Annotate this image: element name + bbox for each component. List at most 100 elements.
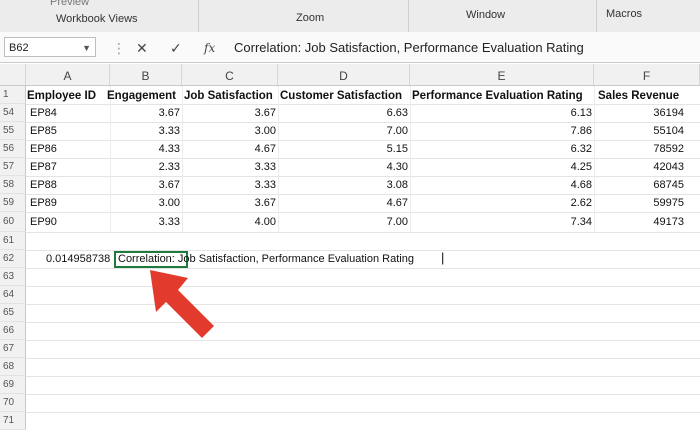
column-header-d[interactable]: D (278, 64, 410, 86)
table-cell[interactable]: 2.62 (410, 197, 592, 209)
name-box[interactable]: B62 ▼ (4, 37, 96, 57)
arrow-annotation-icon (150, 270, 214, 338)
row-header[interactable]: 61 (0, 232, 26, 250)
table-cell[interactable]: EP84 (30, 107, 57, 119)
gridline (26, 304, 700, 305)
table-cell[interactable]: 59975 (594, 197, 684, 209)
table-cell[interactable]: 3.67 (110, 179, 180, 191)
table-cell[interactable]: 6.63 (278, 107, 408, 119)
table-cell[interactable]: 6.32 (410, 143, 592, 155)
header-cell[interactable]: Job Satisfaction (184, 90, 273, 102)
column-header-e[interactable]: E (410, 64, 594, 86)
table-cell[interactable]: 7.00 (278, 216, 408, 228)
table-cell[interactable]: 4.30 (278, 161, 408, 173)
row-header[interactable]: 67 (0, 340, 26, 358)
table-cell[interactable]: 3.33 (110, 125, 180, 137)
row-header[interactable]: 60 (0, 212, 26, 232)
row-header[interactable]: 71 (0, 412, 26, 430)
row-header[interactable]: 69 (0, 376, 26, 394)
table-cell[interactable]: 4.33 (110, 143, 180, 155)
row-header[interactable]: 57 (0, 158, 26, 176)
table-cell[interactable]: 4.67 (278, 197, 408, 209)
table-cell[interactable]: 42043 (594, 161, 684, 173)
row-header[interactable]: 62 (0, 250, 26, 268)
table-cell[interactable]: 3.33 (182, 161, 276, 173)
gridline (26, 358, 700, 359)
row-header[interactable]: 64 (0, 286, 26, 304)
table-cell[interactable]: 7.34 (410, 216, 592, 228)
row-header[interactable]: 66 (0, 322, 26, 340)
table-cell[interactable]: 5.15 (278, 143, 408, 155)
function-icon[interactable]: fx (204, 41, 215, 55)
column-header-c[interactable]: C (182, 64, 278, 86)
row-header[interactable]: 63 (0, 268, 26, 286)
zoom-label[interactable]: Zoom (296, 12, 324, 24)
table-cell[interactable]: 49173 (594, 216, 684, 228)
table-cell[interactable]: EP86 (30, 143, 57, 155)
table-cell[interactable]: 55104 (594, 125, 684, 137)
header-cell[interactable]: Sales Revenue (598, 90, 679, 102)
gridline (26, 268, 700, 269)
table-cell[interactable]: 3.67 (110, 107, 180, 119)
table-cell[interactable]: 4.00 (182, 216, 276, 228)
row-header[interactable]: 65 (0, 304, 26, 322)
table-cell[interactable]: 3.08 (278, 179, 408, 191)
table-cell[interactable]: 2.33 (110, 161, 180, 173)
macros-label[interactable]: Macros (606, 8, 642, 20)
table-cell[interactable]: 78592 (594, 143, 684, 155)
row-header[interactable]: 56 (0, 140, 26, 158)
table-cell[interactable]: EP89 (30, 197, 57, 209)
row-header[interactable]: 58 (0, 176, 26, 194)
name-box-value: B62 (9, 42, 29, 54)
header-cell[interactable]: Customer Satisfaction (280, 90, 402, 102)
row-header[interactable]: 54 (0, 104, 26, 122)
formula-input[interactable]: Correlation: Job Satisfaction, Performan… (234, 40, 584, 55)
header-cell[interactable]: Performance Evaluation Rating (412, 90, 583, 102)
gridline (26, 340, 700, 341)
column-header-a[interactable]: A (26, 64, 110, 86)
table-cell[interactable]: 68745 (594, 179, 684, 191)
gridline (26, 412, 700, 413)
preview-label[interactable]: Preview (50, 0, 89, 8)
select-all-corner[interactable] (0, 64, 26, 86)
column-header-b[interactable]: B (110, 64, 182, 86)
table-cell[interactable]: 3.33 (182, 179, 276, 191)
table-cell[interactable]: EP90 (30, 216, 57, 228)
table-cell[interactable]: 3.33 (110, 216, 180, 228)
gridline (26, 122, 700, 123)
header-cell[interactable]: Engagement (107, 90, 176, 102)
row-header[interactable]: 1 (0, 86, 26, 104)
row-header[interactable]: 55 (0, 122, 26, 140)
header-cell[interactable]: Employee ID (27, 90, 96, 102)
gridline (26, 232, 700, 233)
table-cell[interactable]: 7.00 (278, 125, 408, 137)
correlation-value-cell[interactable]: 0.014958738 (46, 253, 110, 265)
check-icon[interactable]: ✓ (170, 40, 182, 57)
table-cell[interactable]: EP87 (30, 161, 57, 173)
table-cell[interactable]: 36194 (594, 107, 684, 119)
arrow-shape (150, 270, 214, 338)
table-cell[interactable]: 3.67 (182, 107, 276, 119)
ribbon-divider (408, 0, 409, 32)
table-cell[interactable]: 3.67 (182, 197, 276, 209)
row-header[interactable]: 70 (0, 394, 26, 412)
correlation-label-cell[interactable]: Correlation: Job Satisfaction, Performan… (118, 253, 414, 265)
column-header-f[interactable]: F (594, 64, 700, 86)
table-cell[interactable]: 4.67 (182, 143, 276, 155)
table-cell[interactable]: 6.13 (410, 107, 592, 119)
gridline (26, 322, 700, 323)
ribbon-divider (198, 0, 199, 32)
gridline (26, 176, 700, 177)
chevron-down-icon[interactable]: ▼ (82, 38, 91, 58)
table-cell[interactable]: 3.00 (110, 197, 180, 209)
row-header[interactable]: 59 (0, 194, 26, 212)
window-label[interactable]: Window (466, 9, 505, 21)
row-header[interactable]: 68 (0, 358, 26, 376)
table-cell[interactable]: EP88 (30, 179, 57, 191)
table-cell[interactable]: EP85 (30, 125, 57, 137)
table-cell[interactable]: 4.68 (410, 179, 592, 191)
table-cell[interactable]: 7.86 (410, 125, 592, 137)
cancel-icon[interactable]: ✕ (136, 40, 148, 57)
table-cell[interactable]: 3.00 (182, 125, 276, 137)
table-cell[interactable]: 4.25 (410, 161, 592, 173)
